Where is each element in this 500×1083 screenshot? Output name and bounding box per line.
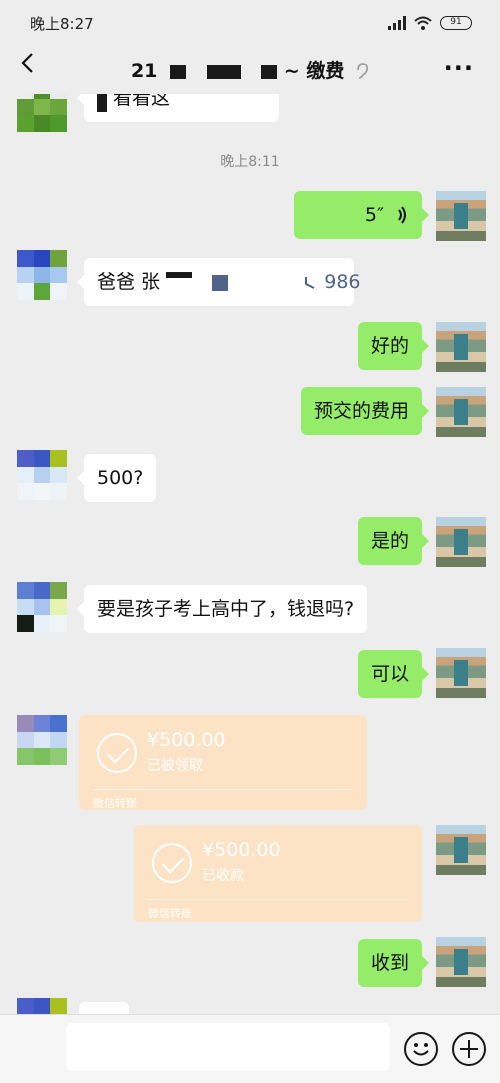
- avatar[interactable]: [436, 825, 486, 875]
- divider: [148, 899, 408, 900]
- redaction-block: [97, 94, 107, 112]
- message-bubble[interactable]: 500?: [76, 454, 157, 502]
- avatar[interactable]: [436, 648, 486, 698]
- message-bubble[interactable]: 要是孩子考上高中了，钱退吗?: [76, 585, 368, 633]
- plus-icon[interactable]: [452, 1032, 486, 1066]
- avatar[interactable]: [17, 250, 67, 300]
- status-icons: 91: [388, 14, 472, 32]
- avatar[interactable]: [17, 582, 67, 632]
- message-input[interactable]: [66, 1023, 390, 1071]
- earpiece-icon: [357, 62, 369, 79]
- title-suffix: ~ 缴费: [283, 60, 345, 82]
- message-bubble[interactable]: 好的: [357, 322, 430, 370]
- message-bubble[interactable]: 看看这: [77, 94, 279, 122]
- title-prefix: 21: [130, 60, 158, 82]
- transfer-status: 已收款: [202, 868, 244, 884]
- avatar-image: [436, 825, 486, 875]
- emoji-icon[interactable]: [404, 1032, 438, 1066]
- more-icon[interactable]: ···: [444, 54, 474, 82]
- transfer-label: 微信转账: [93, 797, 137, 810]
- transfer-label: 微信转账: [148, 907, 192, 920]
- message-bubble[interactable]: 预交的费用: [300, 387, 430, 435]
- message-bubble[interactable]: 爸爸 张 986: [77, 258, 361, 306]
- battery-icon: 91: [440, 16, 472, 30]
- chat-title: 21 ~ 缴费: [0, 56, 500, 83]
- redaction-block: [170, 64, 187, 79]
- chat-header: 21 ~ 缴费 ···: [0, 44, 500, 94]
- voice-icon: [398, 206, 406, 224]
- avatar-image: [436, 387, 486, 437]
- avatar-image: [436, 322, 486, 372]
- redaction-block: [206, 64, 241, 79]
- reply-icon: [305, 276, 315, 289]
- avatar-image: [436, 517, 486, 567]
- redaction-block: [212, 274, 229, 291]
- divider: [93, 789, 353, 790]
- avatar[interactable]: [17, 998, 67, 1014]
- transfer-card[interactable]: ¥500.00 已被领取 微信转账: [79, 715, 367, 810]
- check-icon: [97, 733, 137, 773]
- avatar-image: [436, 191, 486, 241]
- status-time: 晚上8:27: [30, 15, 94, 33]
- voice-message[interactable]: 5″: [294, 191, 429, 239]
- transfer-status: 已被领取: [147, 758, 203, 774]
- message-bubble[interactable]: 可以: [357, 650, 430, 698]
- check-icon: [152, 843, 192, 883]
- avatar-image: [436, 648, 486, 698]
- message-list[interactable]: 看看这 晚上8:11 5″ 爸爸 张 986 好的 预交的费用 500? 是的 …: [0, 94, 500, 1014]
- status-bar: 晚上8:27 91: [0, 0, 500, 44]
- timestamp: 晚上8:11: [220, 154, 280, 170]
- signal-icon: [388, 16, 406, 30]
- wifi-icon: [414, 16, 432, 30]
- avatar[interactable]: [436, 322, 486, 372]
- message-bubble[interactable]: 是的: [357, 517, 430, 565]
- avatar[interactable]: [436, 937, 486, 987]
- transfer-amount: ¥500.00: [147, 729, 226, 751]
- avatar[interactable]: [17, 450, 67, 500]
- avatar[interactable]: [436, 517, 486, 567]
- avatar[interactable]: [436, 387, 486, 437]
- message-bubble[interactable]: 收到: [357, 939, 430, 987]
- transfer-card[interactable]: ¥500.00 已收款 微信转账: [134, 825, 422, 922]
- avatar-image: [436, 937, 486, 987]
- redaction-block: [261, 64, 278, 79]
- avatar[interactable]: [436, 191, 486, 241]
- avatar[interactable]: [17, 94, 67, 132]
- message-bubble[interactable]: [79, 1002, 129, 1014]
- avatar[interactable]: [17, 715, 67, 765]
- input-bar: [0, 1014, 500, 1083]
- transfer-amount: ¥500.00: [202, 839, 281, 861]
- redaction-block: [166, 272, 193, 278]
